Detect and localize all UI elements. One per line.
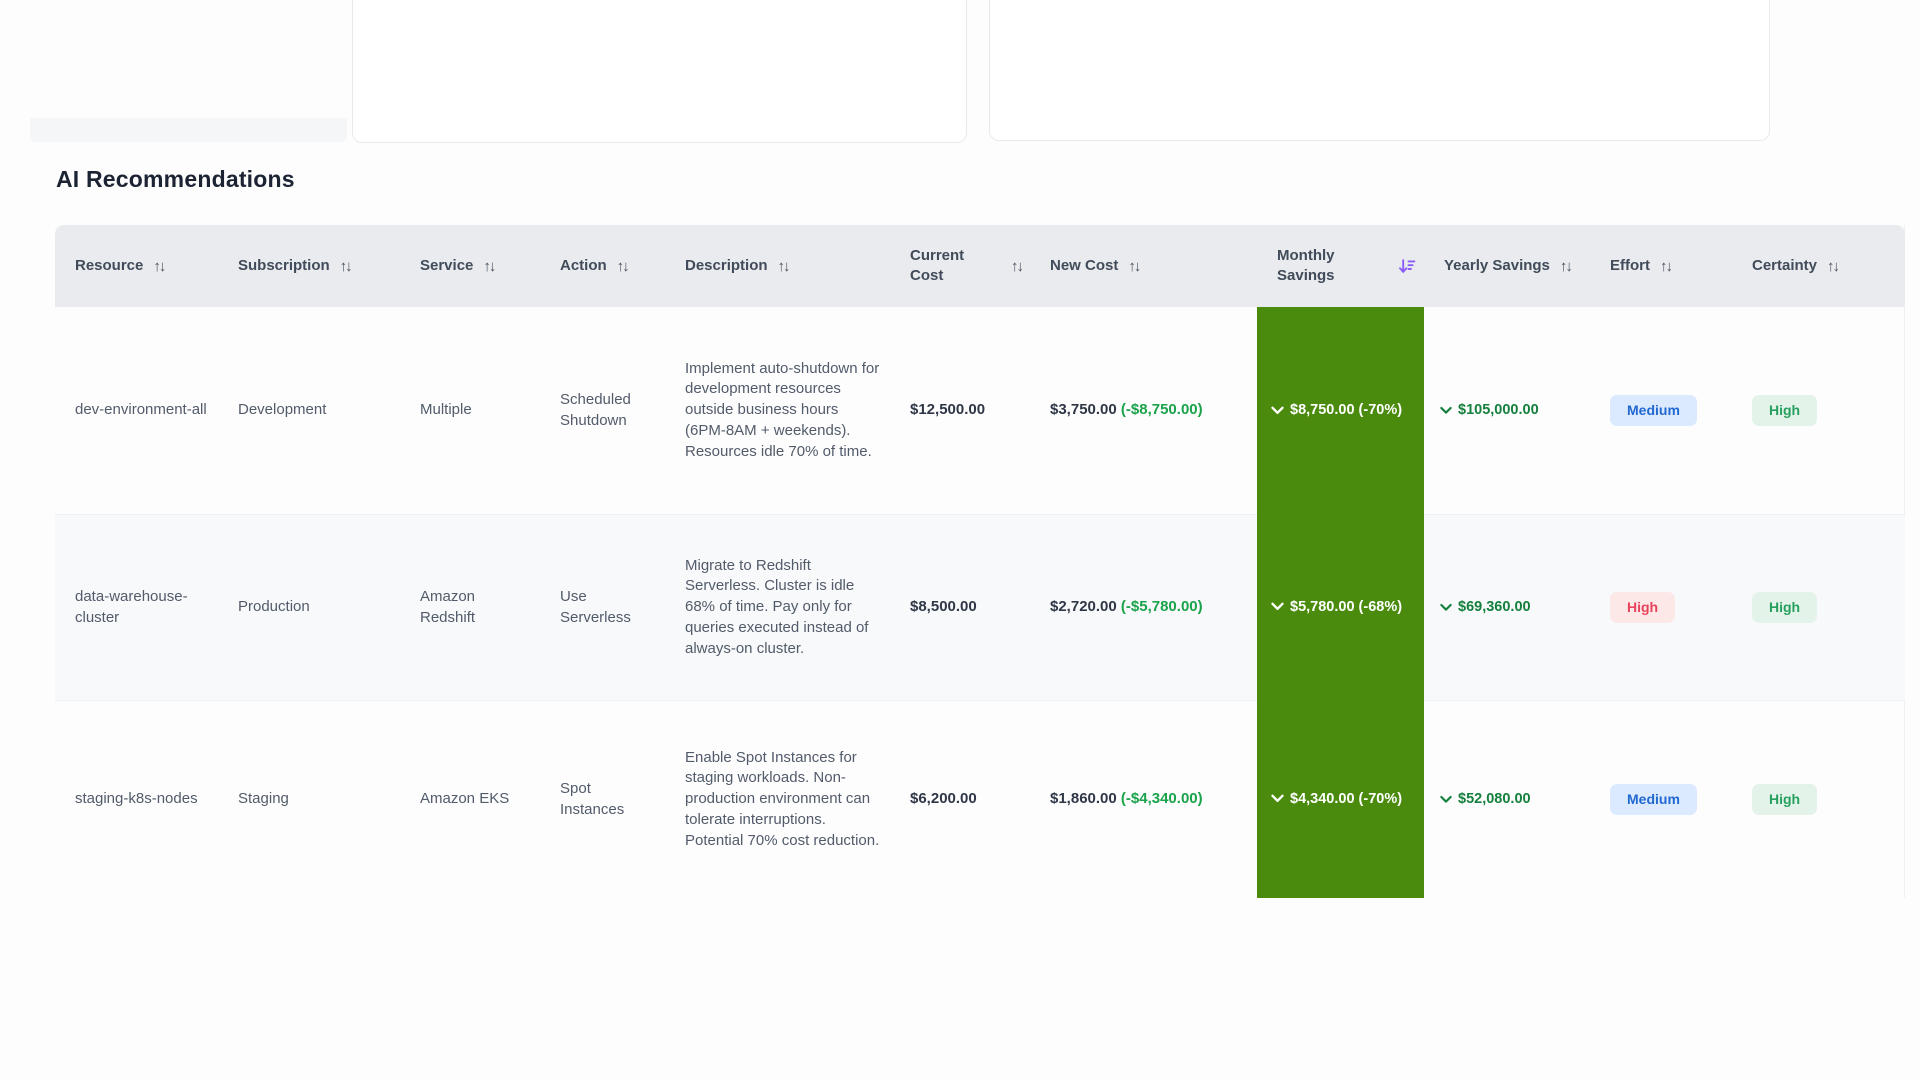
column-label: Effort — [1610, 256, 1650, 274]
effort-badge: High — [1610, 591, 1676, 624]
cell-yearly-savings: $69,360.00 — [1424, 514, 1590, 700]
sort-icon[interactable]: ↑↓ — [1128, 258, 1141, 275]
chevron-down-icon — [1271, 794, 1284, 803]
cell-yearly-savings: $52,080.00 — [1424, 700, 1590, 898]
sort-icon[interactable]: ↑↓ — [1827, 258, 1840, 275]
column-header-service[interactable]: Service ↑↓ — [400, 225, 540, 307]
cell-description: Migrate to Redshift Serverless. Cluster … — [665, 514, 890, 700]
yearly-savings-value: $105,000.00 — [1458, 402, 1539, 419]
column-header-description[interactable]: Description ↑↓ — [665, 225, 890, 307]
table-header-row: Resource ↑↓ Subscription ↑↓ Service ↑↓ A… — [55, 225, 1905, 307]
cell-certainty: High — [1732, 514, 1905, 700]
cell-resource: staging-k8s-nodes — [55, 700, 218, 898]
new-cost-value: $3,750.00 — [1050, 401, 1117, 419]
monthly-savings-value: $4,340.00 (-70%) — [1290, 790, 1403, 807]
cell-service: Amazon EKS — [400, 700, 540, 898]
partial-filter-label — [30, 118, 347, 142]
column-header-subscription[interactable]: Subscription ↑↓ — [218, 225, 400, 307]
new-cost-delta: (-$5,780.00) — [1120, 598, 1203, 616]
chevron-down-icon — [1440, 603, 1452, 612]
cell-action: Use Serverless — [540, 514, 665, 700]
partial-filter-control-2[interactable] — [989, 0, 1770, 141]
chevron-down-icon — [1440, 406, 1452, 415]
column-header-effort[interactable]: Effort ↑↓ — [1590, 225, 1732, 307]
cell-current-cost: $6,200.00 — [890, 700, 1030, 898]
certainty-badge: High — [1752, 783, 1818, 816]
column-header-current-cost[interactable]: Current Cost ↑↓ — [890, 225, 1030, 307]
page-title: AI Recommendations — [56, 166, 295, 192]
cell-description: Enable Spot Instances for staging worklo… — [665, 700, 890, 898]
column-label: Action — [560, 256, 607, 274]
column-header-yearly-savings[interactable]: Yearly Savings ↑↓ — [1424, 225, 1590, 307]
certainty-badge: High — [1752, 394, 1818, 427]
column-label: Current Cost — [910, 246, 965, 284]
sort-icon[interactable]: ↑↓ — [1560, 258, 1573, 275]
column-label: Monthly Savings — [1277, 246, 1335, 284]
cell-resource: dev-environment-all — [75, 401, 207, 419]
monthly-savings-value: $5,780.00 (-68%) — [1290, 598, 1403, 615]
cell-service: Amazon Redshift — [400, 514, 540, 700]
sort-icon[interactable]: ↑↓ — [778, 258, 791, 275]
chevron-down-icon — [1440, 795, 1452, 804]
sort-descending-icon[interactable] — [1398, 258, 1416, 275]
cell-yearly-savings: $105,000.00 — [1424, 307, 1590, 514]
recommendations-table: Resource ↑↓ Subscription ↑↓ Service ↑↓ A… — [55, 225, 1905, 898]
certainty-badge: High — [1752, 591, 1818, 624]
yearly-savings-value: $69,360.00 — [1458, 599, 1531, 616]
table-row: dev-environment-all Development Multiple… — [55, 307, 1905, 514]
partial-filter-control-1[interactable] — [352, 0, 967, 143]
cell-monthly-savings: $4,340.00 (-70%) — [1257, 700, 1424, 898]
cell-current-cost: $12,500.00 — [910, 401, 986, 419]
cell-current-cost: $8,500.00 — [890, 514, 1030, 700]
sort-icon[interactable]: ↑↓ — [617, 258, 630, 275]
column-label: Resource — [75, 256, 144, 274]
cell-action: Scheduled Shutdown — [560, 390, 631, 429]
cell-description: Implement auto-shutdown for development … — [685, 359, 880, 460]
monthly-savings-value: $8,750.00 (-70%) — [1290, 402, 1403, 419]
cell-subscription: Development — [238, 401, 327, 419]
cell-monthly-savings: $5,780.00 (-68%) — [1257, 514, 1424, 700]
cell-effort: Medium — [1590, 700, 1732, 898]
sort-icon[interactable]: ↑↓ — [340, 258, 353, 275]
column-label: Service — [420, 256, 474, 274]
column-label: Certainty — [1752, 256, 1818, 274]
cell-subscription: Staging — [218, 700, 400, 898]
cell-effort: Medium — [1590, 307, 1732, 514]
column-header-certainty[interactable]: Certainty ↑↓ — [1732, 225, 1905, 307]
cell-new-cost: $1,860.00 (-$4,340.00) — [1030, 700, 1257, 898]
new-cost-delta: (-$4,340.00) — [1120, 790, 1203, 808]
effort-badge: Medium — [1610, 783, 1697, 816]
column-header-new-cost[interactable]: New Cost ↑↓ — [1030, 225, 1257, 307]
sort-icon[interactable]: ↑↓ — [1660, 258, 1673, 275]
table-row: data-warehouse-cluster Production Amazon… — [55, 514, 1905, 700]
sort-icon[interactable]: ↑↓ — [1011, 258, 1024, 275]
new-cost-value: $1,860.00 — [1050, 790, 1117, 808]
column-header-resource[interactable]: Resource ↑↓ — [55, 225, 218, 307]
table-row: staging-k8s-nodes Staging Amazon EKS Spo… — [55, 700, 1905, 898]
column-label: Description — [685, 256, 768, 274]
column-header-monthly-savings[interactable]: Monthly Savings — [1257, 225, 1424, 307]
cell-service: Multiple — [420, 401, 472, 419]
column-label: New Cost — [1050, 256, 1119, 274]
cell-certainty: High — [1732, 700, 1905, 898]
effort-badge: Medium — [1610, 394, 1697, 427]
cell-subscription: Production — [218, 514, 400, 700]
chevron-down-icon — [1271, 602, 1284, 611]
cell-certainty: High — [1732, 307, 1905, 514]
cell-effort: High — [1590, 514, 1732, 700]
chevron-down-icon — [1271, 406, 1284, 415]
cell-new-cost: $2,720.00 (-$5,780.00) — [1030, 514, 1257, 700]
cell-resource: data-warehouse-cluster — [55, 514, 218, 700]
column-label: Subscription — [238, 256, 330, 274]
sort-icon[interactable]: ↑↓ — [153, 258, 166, 275]
cell-monthly-savings: $8,750.00 (-70%) — [1257, 307, 1424, 514]
cell-action: Spot Instances — [540, 700, 665, 898]
column-header-action[interactable]: Action ↑↓ — [540, 225, 665, 307]
sort-icon[interactable]: ↑↓ — [483, 258, 496, 275]
cell-new-cost: $3,750.00 (-$8,750.00) — [1030, 307, 1257, 514]
new-cost-value: $2,720.00 — [1050, 598, 1117, 616]
yearly-savings-value: $52,080.00 — [1458, 791, 1531, 808]
column-label: Yearly Savings — [1444, 256, 1550, 274]
new-cost-delta: (-$8,750.00) — [1120, 401, 1203, 419]
